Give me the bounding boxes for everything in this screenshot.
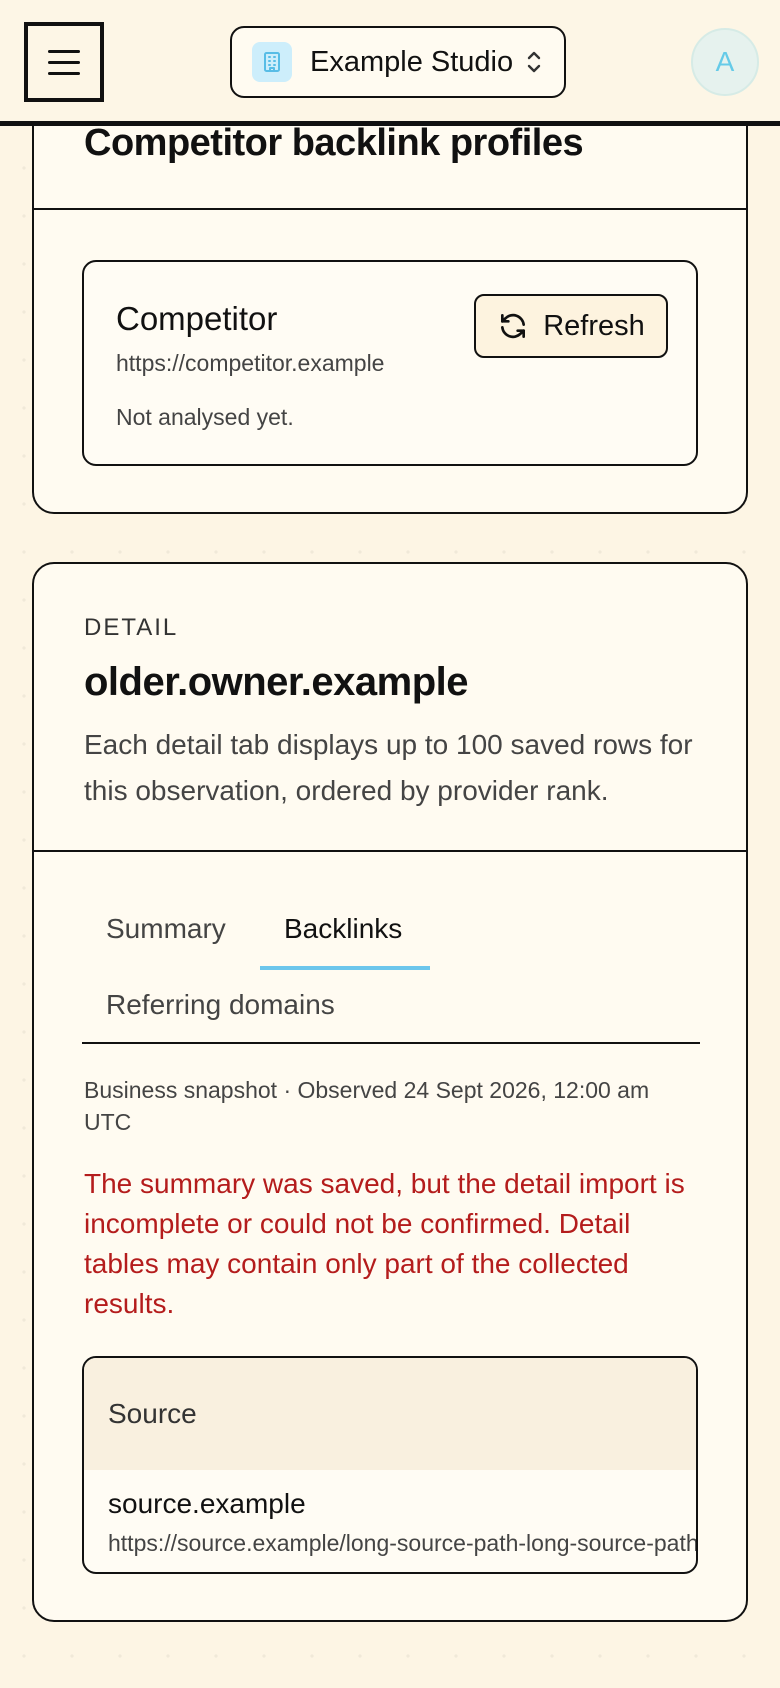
refresh-icon (501, 313, 526, 339)
detail-tabs: Summary Backlinks Referring domains (82, 894, 700, 1044)
tab-backlinks[interactable]: Backlinks (260, 894, 430, 970)
snapshot-info: Business snapshot · Observed 24 Sept 202… (84, 1077, 650, 1135)
competitor-item: Competitor https://competitor.example No… (82, 260, 698, 466)
row-source-domain: source.example (108, 1488, 306, 1519)
import-warning: The summary was saved, but the detail im… (84, 1168, 685, 1319)
detail-description: Each detail tab displays up to 100 saved… (84, 729, 693, 806)
avatar[interactable]: A (691, 28, 759, 96)
competitor-profiles-card: Competitor backlink profiles Competitor … (32, 80, 748, 514)
workspace-switcher[interactable]: Example Studio (230, 26, 566, 98)
avatar-initial: A (715, 46, 735, 77)
hamburger-icon (48, 49, 80, 53)
tab-referring-domains[interactable]: Referring domains (82, 970, 359, 1040)
competitor-url: https://competitor.example (116, 350, 385, 376)
tab-summary[interactable]: Summary (82, 894, 250, 964)
backlinks-table: Source source.example https://source.exa… (82, 1356, 698, 1574)
menu-button[interactable] (24, 22, 104, 102)
refresh-button[interactable]: Refresh (474, 294, 668, 358)
workspace-name: Example Studio (310, 45, 514, 78)
divider (34, 208, 746, 210)
refresh-label: Refresh (543, 309, 645, 342)
competitor-status: Not analysed yet. (116, 404, 294, 430)
chevron-updown-icon (527, 51, 541, 73)
building-icon (252, 42, 292, 82)
top-bar: Example Studio A (0, 0, 780, 126)
divider (34, 850, 746, 852)
detail-kicker: DETAIL (84, 614, 179, 641)
detail-card: DETAIL older.owner.example Each detail t… (32, 562, 748, 1622)
row-source-url[interactable]: https://source.example/long-source-path-… (108, 1530, 696, 1557)
table-header-source[interactable]: Source (84, 1358, 696, 1470)
detail-title: older.owner.example (84, 660, 469, 704)
section-title: Competitor backlink profiles (84, 122, 584, 164)
competitor-name: Competitor (116, 300, 278, 337)
